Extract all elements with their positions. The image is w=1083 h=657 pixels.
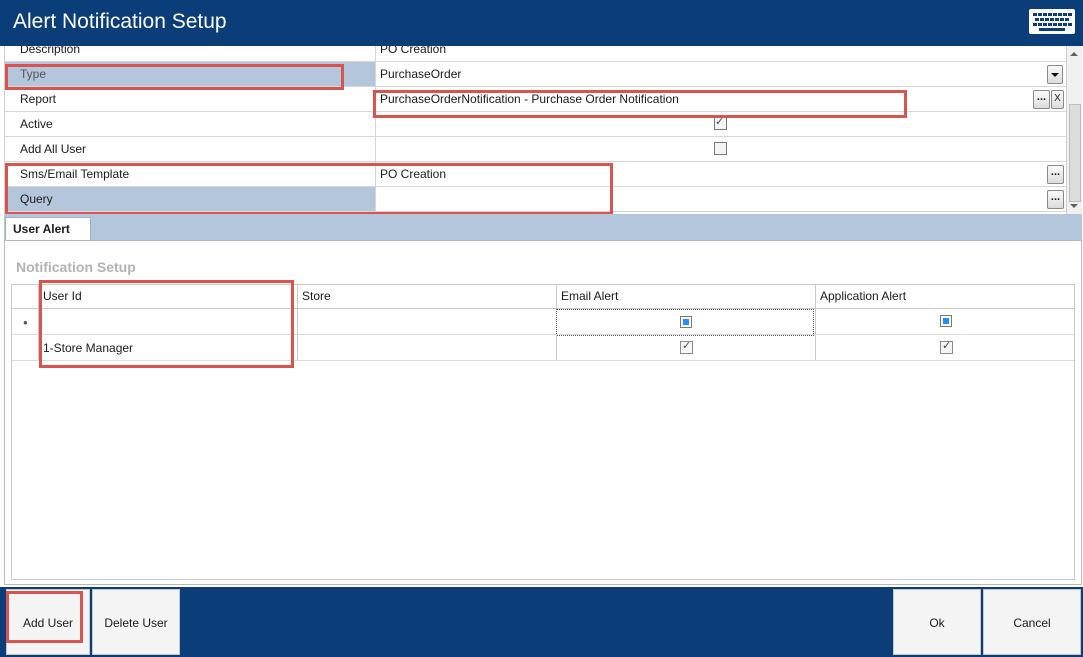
new-row-email-alert[interactable] bbox=[556, 309, 814, 336]
title-bar: Alert Notification Setup bbox=[0, 0, 1083, 46]
tab-user-alert[interactable]: User Alert bbox=[5, 217, 91, 241]
type-value: PurchaseOrder bbox=[380, 67, 462, 81]
scroll-up-icon[interactable] bbox=[1070, 52, 1078, 56]
highlight-add-user bbox=[6, 591, 83, 643]
highlight-template-query bbox=[5, 163, 613, 215]
highlight-report bbox=[373, 90, 907, 118]
property-value: PO Creation bbox=[380, 46, 447, 56]
highlight-user-id bbox=[39, 280, 294, 368]
scroll-down-icon[interactable] bbox=[1070, 204, 1078, 208]
template-browse-button[interactable]: ... bbox=[1047, 165, 1064, 184]
report-browse-button[interactable]: ... bbox=[1033, 90, 1050, 109]
application-alert-checkbox[interactable] bbox=[940, 339, 953, 354]
type-dropdown-button[interactable] bbox=[1047, 65, 1063, 84]
tab-strip: User Alert bbox=[4, 214, 1082, 241]
property-row-add-all-user[interactable]: Add All User bbox=[5, 137, 1067, 162]
active-checkbox[interactable] bbox=[714, 115, 727, 130]
scroll-thumb[interactable] bbox=[1069, 104, 1081, 202]
highlight-type bbox=[5, 64, 344, 90]
new-row-application-alert[interactable] bbox=[815, 309, 1074, 334]
new-row-store[interactable] bbox=[297, 309, 556, 334]
new-row-icon: ● bbox=[23, 318, 28, 327]
email-alert-checkbox[interactable] bbox=[680, 339, 693, 354]
store-cell[interactable] bbox=[297, 335, 556, 360]
property-label: Add All User bbox=[20, 142, 87, 156]
ok-button[interactable]: Ok bbox=[893, 589, 981, 655]
add-all-user-checkbox[interactable] bbox=[714, 142, 727, 155]
application-alert-cell[interactable] bbox=[815, 335, 1074, 360]
email-alert-checkbox[interactable] bbox=[680, 316, 692, 328]
property-row-description[interactable]: Description PO Creation bbox=[5, 46, 1067, 62]
column-store[interactable]: Store bbox=[297, 285, 556, 308]
application-alert-checkbox[interactable] bbox=[940, 315, 952, 327]
column-email-alert[interactable]: Email Alert bbox=[556, 285, 815, 308]
query-browse-button[interactable]: ... bbox=[1047, 190, 1064, 209]
column-application-alert[interactable]: Application Alert bbox=[815, 285, 1074, 308]
keyboard-icon[interactable] bbox=[1029, 9, 1075, 34]
section-title: Notification Setup bbox=[16, 259, 136, 275]
property-grid-scrollbar[interactable] bbox=[1066, 46, 1082, 214]
delete-user-button[interactable]: Delete User bbox=[92, 589, 180, 655]
footer-bar: Add User Delete User Ok Cancel bbox=[0, 587, 1083, 657]
property-label: Description bbox=[20, 46, 81, 56]
report-clear-button[interactable]: X bbox=[1051, 90, 1064, 109]
email-alert-cell[interactable] bbox=[556, 335, 815, 360]
property-label: Report bbox=[20, 92, 57, 106]
window-title: Alert Notification Setup bbox=[13, 10, 227, 33]
property-label: Active bbox=[20, 117, 53, 131]
cancel-button[interactable]: Cancel bbox=[983, 589, 1081, 655]
